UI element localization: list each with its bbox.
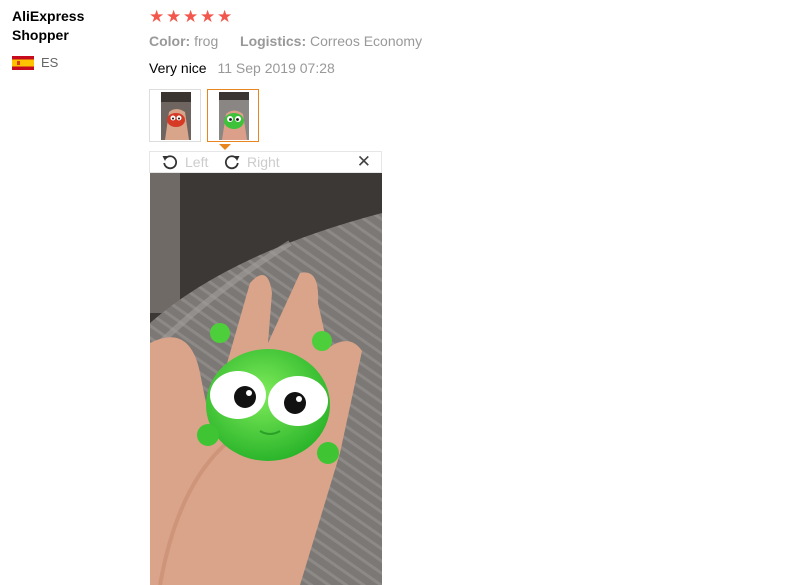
green-frog-thumbnail-image <box>219 92 249 140</box>
order-attributes: Color: frog Logistics: Correos Economy <box>149 33 422 49</box>
thumbnail-green-frog[interactable] <box>207 89 259 142</box>
close-icon[interactable]: ✕ <box>357 153 371 171</box>
red-toy-thumbnail-image <box>161 92 191 140</box>
country-code: ES <box>41 55 59 70</box>
reviewer-country: ES <box>12 55 58 70</box>
spain-flag-icon <box>12 55 34 70</box>
image-viewer-toolbar: Left Right ✕ <box>149 151 382 173</box>
rotate-left-button[interactable]: Left <box>161 153 208 171</box>
attribute-value-logistics: Correos Economy <box>310 33 423 49</box>
review-text: Very nice <box>149 60 207 76</box>
star-icon: ★ <box>183 7 199 26</box>
attribute-value-color: frog <box>194 33 219 49</box>
rotate-left-icon <box>162 155 178 170</box>
star-icon: ★ <box>200 7 216 26</box>
rotate-right-icon <box>224 155 240 170</box>
reviewer-name: AliExpress Shopper <box>12 8 85 43</box>
active-thumbnail-pointer <box>219 144 231 150</box>
review-photo <box>150 173 382 585</box>
thumbnail-red-toy[interactable] <box>149 89 201 142</box>
attribute-key-color: Color: <box>149 33 191 49</box>
rotate-left-label: Left <box>185 154 209 170</box>
review-date: 11 Sep 2019 07:28 <box>217 60 335 76</box>
star-icon: ★ <box>149 7 165 26</box>
star-rating: ★ ★ ★ ★ ★ <box>149 8 234 26</box>
review-thumbnails <box>149 89 265 142</box>
review-line: Very nice 11 Sep 2019 07:28 <box>149 60 335 76</box>
star-icon: ★ <box>166 7 182 26</box>
star-icon: ★ <box>217 7 233 26</box>
rotate-right-label: Right <box>247 154 280 170</box>
rotate-right-button[interactable]: Right <box>223 153 280 171</box>
attribute-key-logistics: Logistics: <box>240 33 307 49</box>
